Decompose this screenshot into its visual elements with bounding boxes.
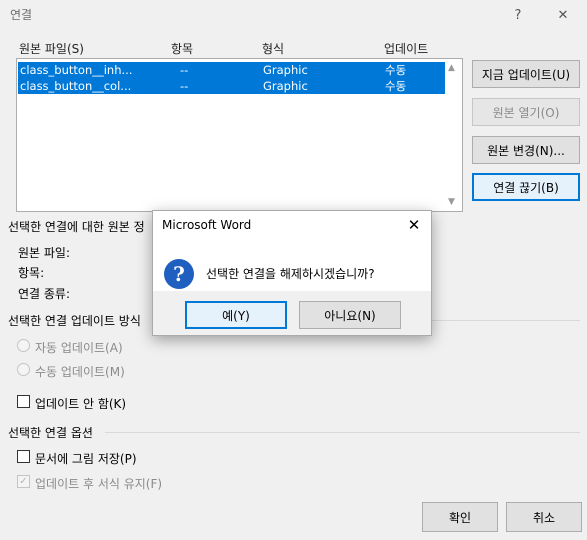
dialog-close-icon[interactable]: ✕ — [403, 214, 425, 236]
break-link-button[interactable]: 연결 끊기(B) — [472, 173, 580, 201]
column-header-type: 형식 — [262, 42, 285, 56]
save-picture-label: 문서에 그림 저장(P) — [35, 452, 137, 466]
auto-update-label: 자동 업데이트(A) — [35, 341, 123, 355]
links-list[interactable]: class_button__inh... -- Graphic 수동 class… — [16, 58, 463, 212]
column-header-item: 항목 — [171, 42, 194, 56]
yes-button[interactable]: 예(Y) — [185, 301, 287, 329]
preserve-format-label: 업데이트 후 서식 유지(F) — [35, 477, 163, 491]
row-source: class_button__col... — [20, 79, 132, 93]
table-row[interactable]: class_button__col... -- Graphic 수동 — [18, 78, 445, 94]
row-update: 수동 — [385, 79, 407, 93]
dialog-titlebar: Microsoft Word ✕ — [153, 211, 431, 239]
question-icon: ? — [164, 259, 194, 289]
locked-checkbox[interactable] — [17, 395, 30, 408]
no-button[interactable]: 아니요(N) — [299, 301, 401, 329]
dialog-message: 선택한 연결을 해제하시겠습니까? — [206, 267, 375, 281]
close-button[interactable]: ✕ — [543, 0, 583, 30]
scroll-down-icon[interactable]: ▼ — [448, 197, 455, 207]
row-type: Graphic — [263, 63, 308, 77]
ok-button[interactable]: 확인 — [422, 502, 498, 532]
row-source: class_button__inh... — [20, 63, 133, 77]
link-type-label: 연결 종류: — [18, 287, 71, 301]
source-info-heading: 선택한 연결에 대한 원본 정 — [8, 220, 145, 234]
confirm-dialog: Microsoft Word ✕ ? 선택한 연결을 해제하시겠습니까? 예(Y… — [152, 210, 432, 336]
list-scrollbar[interactable]: ▲ ▼ — [445, 59, 462, 211]
scroll-up-icon[interactable]: ▲ — [448, 63, 455, 73]
help-button[interactable]: ? — [498, 0, 538, 30]
row-type: Graphic — [263, 79, 308, 93]
column-header-update: 업데이트 — [384, 42, 429, 56]
locked-label: 업데이트 안 함(K) — [35, 397, 127, 411]
table-row[interactable]: class_button__inh... -- Graphic 수동 — [18, 62, 445, 78]
options-heading: 선택한 연결 옵션 — [8, 426, 93, 440]
row-item: -- — [180, 63, 189, 77]
window-title: 연결 — [10, 8, 33, 22]
update-method-heading: 선택한 연결 업데이트 방식 — [8, 314, 141, 328]
dialog-title: Microsoft Word — [162, 218, 252, 232]
manual-update-radio[interactable] — [17, 363, 30, 376]
open-source-button[interactable]: 원본 열기(O) — [472, 98, 580, 126]
auto-update-radio[interactable] — [17, 339, 30, 352]
update-now-button[interactable]: 지금 업데이트(U) — [472, 60, 580, 88]
save-picture-checkbox[interactable] — [17, 450, 30, 463]
divider — [430, 320, 580, 321]
change-source-button[interactable]: 원본 변경(N)... — [472, 136, 580, 164]
column-header-source: 원본 파일(S) — [19, 42, 84, 56]
divider — [105, 432, 580, 433]
row-item: -- — [180, 79, 189, 93]
preserve-format-checkbox[interactable]: ✓ — [17, 475, 30, 488]
manual-update-label: 수동 업데이트(M) — [35, 365, 125, 379]
source-file-label: 원본 파일: — [18, 246, 71, 260]
item-label: 항목: — [18, 266, 45, 280]
row-update: 수동 — [385, 63, 407, 77]
cancel-button[interactable]: 취소 — [506, 502, 582, 532]
